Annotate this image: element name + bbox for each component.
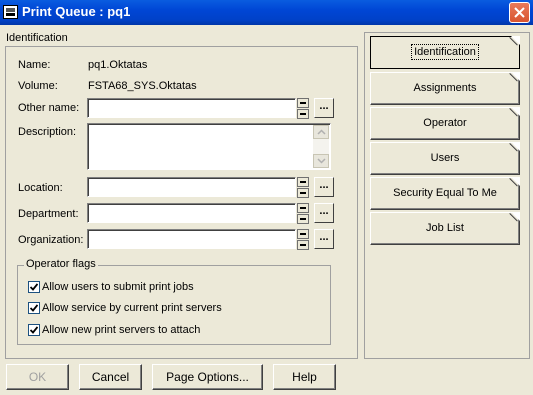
tab-security-equal-to-me[interactable]: Security Equal To Me [370, 177, 520, 210]
spinner-down-button[interactable] [297, 109, 309, 119]
location-spinner[interactable] [297, 177, 309, 198]
window-title: Print Queue : pq1 [22, 4, 131, 19]
volume-label: Volume: [18, 80, 58, 92]
tab-label: Assignments [413, 82, 477, 94]
tab-assignments[interactable]: Assignments [370, 72, 520, 105]
close-button[interactable] [509, 2, 530, 23]
other-name-spinner[interactable] [297, 98, 309, 119]
scroll-down-button[interactable] [313, 154, 329, 168]
location-field[interactable] [87, 177, 296, 197]
title-bar[interactable]: Print Queue : pq1 [0, 0, 533, 25]
checkmark-icon [30, 283, 38, 291]
spinner-up-button[interactable] [297, 177, 309, 187]
print-queue-icon [3, 5, 18, 19]
spinner-up-button[interactable] [297, 203, 309, 213]
tab-label: Security Equal To Me [393, 187, 497, 199]
department-field[interactable] [87, 203, 296, 223]
help-button[interactable]: Help [273, 364, 336, 390]
description-field[interactable] [87, 123, 331, 170]
tab-label: Operator [423, 117, 467, 129]
operator-flags-label: Operator flags [24, 258, 98, 270]
location-label: Location: [18, 182, 63, 194]
other-name-browse-button[interactable]: ... [314, 98, 334, 118]
spinner-down-button[interactable] [297, 214, 309, 224]
spinner-down-button[interactable] [297, 188, 309, 198]
organization-browse-button[interactable]: ... [314, 229, 334, 249]
tab-label: Identification [411, 44, 479, 60]
other-name-label: Other name: [18, 102, 80, 114]
attach-servers-label[interactable]: Allow new print servers to attach [42, 324, 200, 336]
page-options-button[interactable]: Page Options... [152, 364, 263, 390]
spinner-up-button[interactable] [297, 98, 309, 108]
spinner-down-button[interactable] [297, 240, 309, 250]
tab-users[interactable]: Users [370, 142, 520, 175]
ok-button[interactable]: OK [6, 364, 69, 390]
department-label: Department: [18, 208, 79, 220]
name-label: Name: [18, 59, 51, 71]
department-spinner[interactable] [297, 203, 309, 224]
checkmark-icon [30, 326, 38, 334]
attach-servers-checkbox[interactable] [28, 324, 40, 336]
description-scrollbar[interactable] [313, 125, 329, 168]
organization-field[interactable] [87, 229, 296, 249]
department-browse-button[interactable]: ... [314, 203, 334, 223]
tab-operator[interactable]: Operator [370, 107, 520, 140]
tab-label: Users [430, 152, 460, 164]
organization-spinner[interactable] [297, 229, 309, 250]
spinner-up-button[interactable] [297, 229, 309, 239]
cancel-button[interactable]: Cancel [79, 364, 142, 390]
description-label: Description: [18, 126, 77, 138]
organization-label: Organization: [18, 234, 84, 246]
identification-group-label: Identification [6, 32, 68, 44]
service-servers-checkbox[interactable] [28, 302, 40, 314]
chevron-up-icon [317, 129, 326, 135]
tab-job-list[interactable]: Job List [370, 212, 520, 245]
other-name-field[interactable] [87, 98, 296, 118]
submit-jobs-checkbox[interactable] [28, 281, 40, 293]
name-value: pq1.Oktatas [88, 59, 148, 71]
volume-value: FSTA68_SYS.Oktatas [88, 80, 197, 92]
chevron-down-icon [317, 158, 326, 164]
tab-label: Job List [426, 222, 464, 234]
checkmark-icon [30, 304, 38, 312]
scroll-up-button[interactable] [313, 125, 329, 139]
close-icon [514, 7, 525, 18]
service-servers-label[interactable]: Allow service by current print servers [42, 302, 222, 314]
submit-jobs-label[interactable]: Allow users to submit print jobs [42, 281, 194, 293]
tab-identification[interactable]: Identification [370, 36, 520, 69]
location-browse-button[interactable]: ... [314, 177, 334, 197]
